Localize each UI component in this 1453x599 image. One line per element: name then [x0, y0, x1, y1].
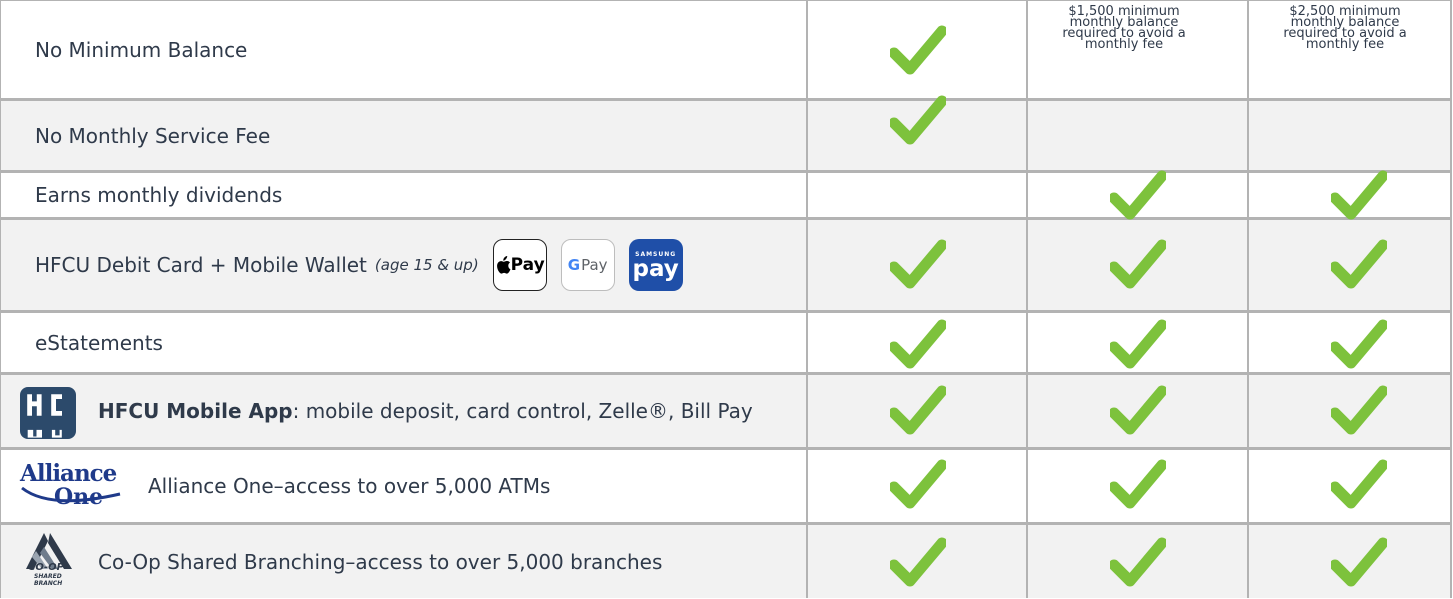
checkmark-shape — [1110, 319, 1166, 369]
row-label-no-fee: No Monthly Service Fee — [35, 123, 271, 148]
checkmark-shape — [1110, 170, 1166, 220]
checkmark-shape — [1110, 385, 1166, 435]
check-icon — [1110, 239, 1166, 289]
coop-logo-mid: SHARED — [34, 573, 62, 580]
apple-pay-text: Pay — [510, 255, 545, 275]
checkmark-shape — [890, 385, 946, 435]
check-icon — [890, 459, 946, 509]
table-row: No Minimum Balance $1,500 minimum monthl… — [1, 1, 1452, 101]
checkmark-shape — [890, 95, 946, 145]
check-icon — [1110, 385, 1166, 435]
check-icon — [1331, 239, 1387, 289]
age-note: (age 15 & up) — [374, 256, 479, 274]
mobile-app-name: HFCU Mobile App — [98, 399, 293, 423]
google-g-letter: G — [567, 256, 581, 274]
checkmark-shape — [890, 459, 946, 509]
alliance-one-logo: Alliance One — [20, 462, 132, 510]
row-label-mobile-app: HFCU Mobile App: mobile deposit, card co… — [98, 375, 753, 447]
column-header-1500: $1,500 minimum monthly balance required … — [1062, 4, 1186, 52]
column-divider — [1026, 1, 1028, 598]
samsung-pay-text: pay — [632, 256, 679, 282]
check-icon — [1110, 537, 1166, 587]
apple-pay-icon: Pay — [492, 239, 547, 291]
check-icon — [890, 537, 946, 587]
check-icon — [890, 95, 946, 145]
check-icon — [1331, 170, 1387, 220]
row-label-dividends: Earns monthly dividends — [35, 183, 283, 207]
column-header-2500: $2,500 minimum monthly balance required … — [1283, 4, 1407, 52]
table-row: Earns monthly dividends — [1, 170, 1452, 220]
table-row: HFCU Mobile App: mobile deposit, card co… — [1, 375, 1452, 450]
column-divider — [1247, 1, 1249, 598]
checkmark-shape — [1331, 170, 1387, 220]
check-icon — [1331, 459, 1387, 509]
row-label-coop: Co-Op Shared Branching–access to over 5,… — [98, 549, 663, 574]
google-pay-icon: G Pay — [560, 239, 615, 291]
checkmark-shape — [1110, 239, 1166, 289]
table-row: Alliance One Alliance One–access to over… — [1, 450, 1452, 525]
check-icon — [1110, 319, 1166, 369]
checkmark-shape — [1331, 459, 1387, 509]
coop-logo: CO-OP SHARED BRANCH — [20, 531, 78, 593]
check-icon — [1331, 537, 1387, 587]
alliance-swoosh-icon — [21, 486, 121, 503]
table-row: HFCU Debit Card + Mobile Wallet (age 15 … — [1, 220, 1452, 313]
apple-logo-icon — [496, 256, 511, 274]
samsung-pay-icon: SAMSUNG pay — [628, 239, 683, 291]
google-pay-text: Pay — [581, 256, 608, 274]
checkmark-shape — [1110, 537, 1166, 587]
check-icon — [890, 239, 946, 289]
row-label-estatements: eStatements — [35, 330, 163, 355]
coop-logo-bot: BRANCH — [34, 580, 63, 587]
table-row: eStatements — [1, 313, 1452, 375]
alliance-logo-top: Alliance — [20, 460, 117, 487]
checkmark-shape — [1110, 459, 1166, 509]
checkmark-shape — [1331, 319, 1387, 369]
checkmark-shape — [1331, 385, 1387, 435]
checkmark-shape — [890, 537, 946, 587]
check-icon — [890, 385, 946, 435]
row-label-alliance: Alliance One–access to over 5,000 ATMs — [148, 474, 551, 498]
checkmark-shape — [890, 319, 946, 369]
checkmark-shape — [1331, 537, 1387, 587]
table-row: No Monthly Service Fee — [1, 95, 1452, 173]
checkmark-shape — [1331, 239, 1387, 289]
row-label-debit-card: HFCU Debit Card + Mobile Wallet (age 15 … — [35, 220, 683, 310]
hfcu-logo-icon — [20, 387, 76, 439]
check-icon — [1110, 459, 1166, 509]
column-divider — [1450, 1, 1452, 598]
table-row: CO-OP SHARED BRANCH Co-Op Shared Branchi… — [1, 525, 1452, 598]
mobile-app-features: : mobile deposit, card control, Zelle®, … — [292, 399, 753, 423]
debit-card-label: HFCU Debit Card + Mobile Wallet — [35, 253, 367, 277]
check-icon — [1331, 319, 1387, 369]
checkmark-shape — [890, 25, 946, 75]
check-icon — [1110, 170, 1166, 220]
check-icon — [890, 319, 946, 369]
row-label-no-minimum: No Minimum Balance — [35, 37, 248, 62]
checkmark-shape — [890, 239, 946, 289]
comparison-table: No Minimum Balance $1,500 minimum monthl… — [0, 0, 1452, 598]
check-icon — [1331, 385, 1387, 435]
check-icon — [890, 25, 946, 75]
column-divider — [806, 1, 808, 598]
